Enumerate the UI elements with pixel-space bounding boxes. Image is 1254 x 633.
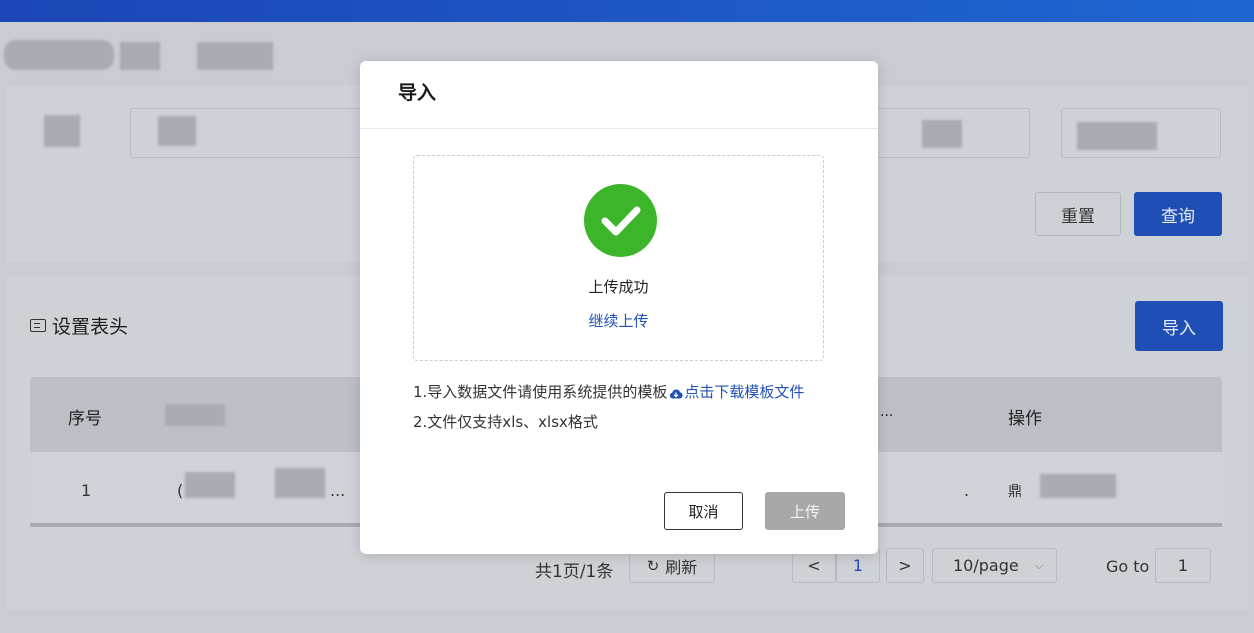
import-dialog: 导入 上传成功 继续上传 1.导入数据文件请使用系统提供的模板 点击下载模板文件… <box>360 61 878 554</box>
template-tip-text: 1.导入数据文件请使用系统提供的模板 <box>413 383 668 401</box>
check-circle-icon <box>584 184 657 257</box>
goto-label: Go to <box>1106 557 1150 576</box>
blurred-input-value <box>158 116 196 146</box>
refresh-icon: ↻ <box>646 556 660 575</box>
cancel-button[interactable]: 取消 <box>664 492 743 530</box>
page-size-value: 10/page <box>953 556 1019 575</box>
page-size-select[interactable]: 10/page ⌵ <box>932 548 1057 583</box>
row-cell-partial-2: . <box>964 481 970 500</box>
cloud-download-icon[interactable] <box>669 386 683 398</box>
top-nav-bar <box>0 0 1254 22</box>
table-header-icon <box>30 319 46 332</box>
refresh-label: 刷新 <box>665 557 698 577</box>
continue-upload-link[interactable]: 继续上传 <box>585 310 652 331</box>
blurred-column-header <box>165 404 225 426</box>
section-title: 设置表头 <box>30 312 128 339</box>
blurred-breadcrumb <box>4 40 114 70</box>
dialog-header: 导入 <box>360 61 878 129</box>
next-page-button[interactable]: > <box>886 548 924 583</box>
column-header-partial-ellipsis: ... <box>880 404 894 420</box>
row-ellipsis: ... <box>330 481 346 500</box>
blurred-row-cell-2 <box>275 468 325 498</box>
column-header-index: 序号 <box>68 409 102 429</box>
blurred-row-action <box>1040 474 1116 498</box>
upload-button[interactable]: 上传 <box>765 492 845 530</box>
query-button[interactable]: 查询 <box>1134 192 1222 236</box>
pager-summary: 共1页/1条 <box>535 562 614 582</box>
column-header-action: 操作 <box>1008 409 1042 429</box>
import-button[interactable]: 导入 <box>1135 301 1223 351</box>
format-tip: 2.文件仅支持xls、xlsx格式 <box>413 413 598 431</box>
dialog-title: 导入 <box>398 82 437 104</box>
section-title-text: 设置表头 <box>52 316 129 338</box>
blurred-row-cell <box>185 472 235 498</box>
blurred-input-value-3 <box>1077 122 1157 150</box>
blurred-breadcrumb-3 <box>197 42 273 70</box>
blurred-breadcrumb-2 <box>120 42 160 70</box>
row-cell-partial: ( <box>177 481 184 500</box>
template-tip: 1.导入数据文件请使用系统提供的模板 点击下载模板文件 <box>413 381 804 402</box>
blurred-input-value-2 <box>922 120 962 148</box>
row-action-partial[interactable]: 鼎 <box>1008 481 1022 501</box>
reset-button[interactable]: 重置 <box>1035 192 1121 236</box>
row-index: 1 <box>81 481 92 500</box>
upload-status-text: 上传成功 <box>588 278 649 296</box>
chevron-down-icon: ⌵ <box>1034 558 1044 572</box>
goto-input[interactable]: 1 <box>1155 548 1211 583</box>
download-template-link[interactable]: 点击下载模板文件 <box>684 381 804 402</box>
upload-dropzone[interactable]: 上传成功 继续上传 <box>413 155 824 361</box>
blurred-search-label <box>44 115 80 147</box>
